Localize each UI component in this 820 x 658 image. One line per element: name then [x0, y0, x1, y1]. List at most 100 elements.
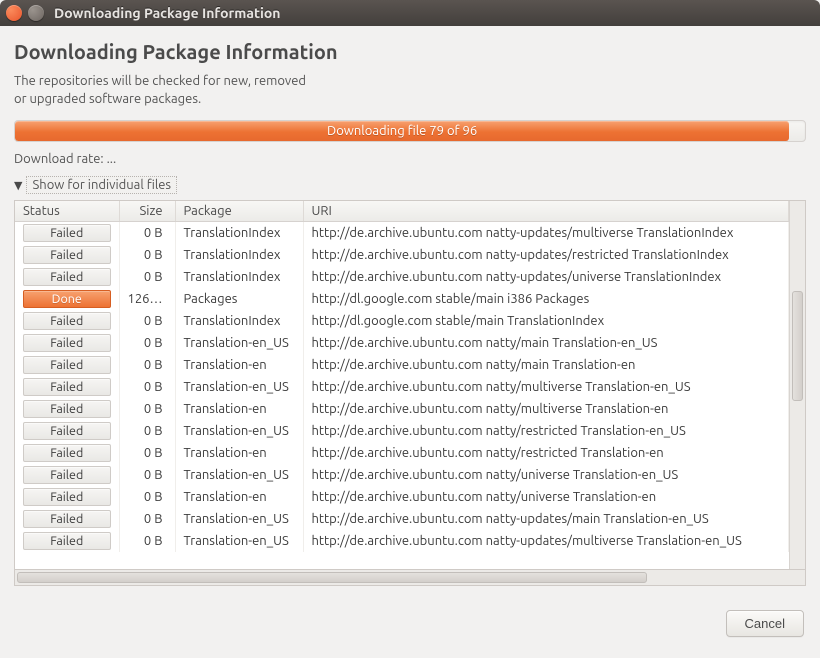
cell-package: TranslationIndex — [175, 244, 303, 266]
col-status[interactable]: Status — [15, 201, 119, 222]
col-size[interactable]: Size — [119, 201, 175, 222]
cell-package: Translation-en_US — [175, 530, 303, 552]
cell-package: Packages — [175, 288, 303, 310]
status-badge: Done — [23, 290, 111, 308]
cell-package: Translation-en_US — [175, 464, 303, 486]
table-row[interactable]: Failed 0 BTranslation-enhttp://de.archive… — [15, 442, 789, 464]
cell-package: Translation-en — [175, 398, 303, 420]
table-row[interactable]: Failed 0 BTranslation-enhttp://de.archive… — [15, 398, 789, 420]
cell-size: 0 B — [119, 244, 175, 266]
status-badge: Failed — [23, 400, 111, 418]
cell-package: Translation-en — [175, 442, 303, 464]
toggle-label: Show for individual files — [26, 176, 177, 194]
cell-package: Translation-en_US — [175, 376, 303, 398]
cell-uri: http://de.archive.ubuntu.com natty-updat… — [303, 266, 789, 288]
cell-package: Translation-en_US — [175, 508, 303, 530]
status-badge: Failed — [23, 510, 111, 528]
dialog-footer: Cancel — [0, 596, 820, 651]
cell-size: 0 B — [119, 442, 175, 464]
table-row[interactable]: Failed 0 BTranslation-en_UShttp://de.arch… — [15, 464, 789, 486]
status-badge: Failed — [23, 422, 111, 440]
vertical-scroll-thumb[interactable] — [792, 291, 803, 401]
cell-package: TranslationIndex — [175, 222, 303, 245]
cell-uri: http://de.archive.ubuntu.com natty/restr… — [303, 420, 789, 442]
table-row[interactable]: Failed 0 BTranslation-enhttp://de.archive… — [15, 354, 789, 376]
files-table-container: Status Size Package URI Failed0 BTransla… — [14, 200, 806, 570]
table-row[interactable]: Failed 0 BTranslationIndexhttp://de.archi… — [15, 222, 789, 245]
chevron-down-icon: ▼ — [14, 179, 22, 192]
cell-uri: http://de.archive.ubuntu.com natty-updat… — [303, 508, 789, 530]
cell-package: Translation-en_US — [175, 332, 303, 354]
cell-size: 0 B — [119, 354, 175, 376]
status-badge: Failed — [23, 356, 111, 374]
horizontal-scrollbar[interactable] — [14, 570, 806, 586]
cell-package: Translation-en — [175, 354, 303, 376]
table-row[interactable]: Failed0 BTranslation-en_UShttp://de.arch… — [15, 332, 789, 354]
cell-uri: http://de.archive.ubuntu.com natty-updat… — [303, 530, 789, 552]
table-row[interactable]: Failed0 BTranslation-enhttp://de.archive… — [15, 486, 789, 508]
status-badge: Failed — [23, 466, 111, 484]
status-badge: Failed — [23, 312, 111, 330]
cell-size: 0 B — [119, 376, 175, 398]
table-row[interactable]: Failed 0 BTranslation-en_UShttp://de.arch… — [15, 530, 789, 552]
toggle-individual-files[interactable]: ▼ Show for individual files — [14, 176, 806, 194]
minimize-icon[interactable] — [28, 5, 44, 21]
cell-package: Translation-en — [175, 486, 303, 508]
download-rate: Download rate: ... — [14, 152, 806, 166]
cell-uri: http://dl.google.com stable/main i386 Pa… — [303, 288, 789, 310]
cell-uri: http://de.archive.ubuntu.com natty-updat… — [303, 244, 789, 266]
cancel-button[interactable]: Cancel — [726, 610, 804, 637]
cell-size: 0 B — [119, 222, 175, 245]
cell-size: 1262 B — [119, 288, 175, 310]
cell-uri: http://de.archive.ubuntu.com natty-updat… — [303, 222, 789, 245]
description-line1: The repositories will be checked for new… — [14, 73, 806, 91]
cell-uri: http://de.archive.ubuntu.com natty/multi… — [303, 398, 789, 420]
files-table-scroll[interactable]: Status Size Package URI Failed0 BTransla… — [15, 201, 789, 569]
dialog-content: Downloading Package Information The repo… — [0, 26, 820, 596]
horizontal-scroll-thumb[interactable] — [17, 572, 647, 583]
cell-uri: http://de.archive.ubuntu.com natty/unive… — [303, 486, 789, 508]
cell-size: 0 B — [119, 266, 175, 288]
cell-uri: http://de.archive.ubuntu.com natty/unive… — [303, 464, 789, 486]
table-header-row: Status Size Package URI — [15, 201, 789, 222]
cell-uri: http://dl.google.com stable/main Transla… — [303, 310, 789, 332]
close-icon[interactable] — [6, 5, 22, 21]
table-row[interactable]: Failed 0 BTranslation-en_UShttp://de.arch… — [15, 376, 789, 398]
page-title: Downloading Package Information — [14, 40, 806, 63]
vertical-scrollbar[interactable] — [789, 201, 805, 569]
cell-size: 0 B — [119, 508, 175, 530]
status-badge: Failed — [23, 488, 111, 506]
cell-uri: http://de.archive.ubuntu.com natty/main … — [303, 354, 789, 376]
window-title: Downloading Package Information — [54, 5, 281, 21]
table-row[interactable]: Done 1262 BPackageshttp://dl.google.com s… — [15, 288, 789, 310]
table-row[interactable]: Failed 0 BTranslation-en_UShttp://de.arch… — [15, 508, 789, 530]
col-uri[interactable]: URI — [303, 201, 789, 222]
description: The repositories will be checked for new… — [14, 73, 806, 108]
status-badge: Failed — [23, 334, 111, 352]
status-badge: Failed — [23, 378, 111, 396]
progress-bar: Downloading file 79 of 96 — [14, 120, 806, 142]
col-package[interactable]: Package — [175, 201, 303, 222]
description-line2: or upgraded software packages. — [14, 91, 806, 109]
table-row[interactable]: Failed 0 BTranslationIndexhttp://de.archi… — [15, 244, 789, 266]
status-badge: Failed — [23, 224, 111, 242]
cell-size: 0 B — [119, 310, 175, 332]
table-row[interactable]: Failed 0 BTranslationIndexhttp://dl.googl… — [15, 310, 789, 332]
progress-fill: Downloading file 79 of 96 — [15, 121, 789, 141]
cell-size: 0 B — [119, 464, 175, 486]
cell-package: TranslationIndex — [175, 310, 303, 332]
cell-size: 0 B — [119, 398, 175, 420]
status-badge: Failed — [23, 268, 111, 286]
cell-uri: http://de.archive.ubuntu.com natty/multi… — [303, 376, 789, 398]
status-badge: Failed — [23, 532, 111, 550]
cell-package: Translation-en_US — [175, 420, 303, 442]
table-row[interactable]: Failed 0 BTranslationIndexhttp://de.archi… — [15, 266, 789, 288]
cell-uri: http://de.archive.ubuntu.com natty/restr… — [303, 442, 789, 464]
status-badge: Failed — [23, 246, 111, 264]
cell-size: 0 B — [119, 530, 175, 552]
cell-size: 0 B — [119, 420, 175, 442]
status-badge: Failed — [23, 444, 111, 462]
progress-label: Downloading file 79 of 96 — [327, 124, 477, 138]
cell-package: TranslationIndex — [175, 266, 303, 288]
table-row[interactable]: Failed 0 BTranslation-en_UShttp://de.arch… — [15, 420, 789, 442]
